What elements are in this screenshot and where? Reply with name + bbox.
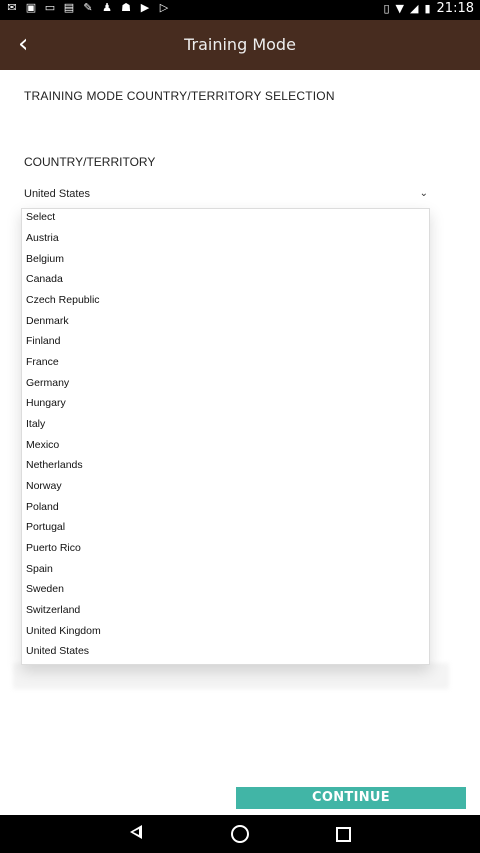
vibrate-icon: ▯ xyxy=(383,2,390,15)
page-title: Training Mode xyxy=(184,35,296,54)
section-title: TRAINING MODE COUNTRY/TERRITORY SELECTIO… xyxy=(24,89,335,103)
app-bar: ‹ Training Mode xyxy=(0,20,480,70)
status-bar: ✉ ▣ ▭ ▤ ✎ ♟ ☗ ▶ ▷ ▯ ▼ ◢ ▮ 21:18 xyxy=(0,0,480,20)
country-dropdown-list: Select Austria Belgium Canada Czech Repu… xyxy=(21,208,430,665)
dropdown-shadow xyxy=(13,663,449,689)
wrench-icon: ✎ xyxy=(83,1,93,14)
chevron-down-icon: ⌄ xyxy=(419,188,428,199)
option-norway[interactable]: Norway xyxy=(26,476,416,496)
option-denmark[interactable]: Denmark xyxy=(26,311,416,331)
option-portugal[interactable]: Portugal xyxy=(26,517,416,537)
option-czech-republic[interactable]: Czech Republic xyxy=(26,290,416,310)
country-label: COUNTRY/TERRITORY xyxy=(24,155,156,169)
option-austria[interactable]: Austria xyxy=(26,228,416,248)
play-store-icon: ▶ xyxy=(140,1,150,14)
option-netherlands[interactable]: Netherlands xyxy=(26,455,416,475)
option-hungary[interactable]: Hungary xyxy=(26,393,416,413)
play-movies-icon: ▷ xyxy=(159,1,169,14)
option-belgium[interactable]: Belgium xyxy=(26,249,416,269)
person-icon: ♟ xyxy=(102,1,112,14)
option-puerto-rico[interactable]: Puerto Rico xyxy=(26,538,416,558)
option-canada[interactable]: Canada xyxy=(26,269,416,289)
battery-icon: ▮ xyxy=(424,2,431,15)
option-poland[interactable]: Poland xyxy=(26,497,416,517)
continue-button[interactable]: CONTINUE xyxy=(236,787,466,809)
option-united-kingdom[interactable]: United Kingdom xyxy=(26,621,416,641)
option-spain[interactable]: Spain xyxy=(26,559,416,579)
option-switzerland[interactable]: Switzerland xyxy=(26,600,416,620)
android-icon: ☗ xyxy=(121,1,131,14)
system-icons: ▯ ▼ ◢ ▮ 21:18 xyxy=(383,1,474,16)
news-icon: ▤ xyxy=(63,1,75,14)
option-select[interactable]: Select xyxy=(26,207,416,227)
option-germany[interactable]: Germany xyxy=(26,373,416,393)
flipboard-icon: ▣ xyxy=(25,1,37,14)
option-france[interactable]: France xyxy=(26,352,416,372)
option-finland[interactable]: Finland xyxy=(26,331,416,351)
option-united-states[interactable]: United States xyxy=(26,641,416,661)
option-italy[interactable]: Italy xyxy=(26,414,416,434)
signal-icon: ◢ xyxy=(410,2,419,15)
option-mexico[interactable]: Mexico xyxy=(26,435,416,455)
gmail-icon: ✉ xyxy=(7,1,17,14)
system-nav-bar xyxy=(0,815,480,853)
wifi-icon: ▼ xyxy=(395,2,404,15)
notification-icons: ✉ ▣ ▭ ▤ ✎ ♟ ☗ ▶ ▷ xyxy=(6,2,170,14)
option-sweden[interactable]: Sweden xyxy=(26,579,416,599)
card-icon: ▭ xyxy=(44,1,56,14)
nav-recents-icon[interactable] xyxy=(336,827,351,842)
nav-home-icon[interactable] xyxy=(231,825,249,843)
selected-country: United States xyxy=(24,188,91,200)
clock: 21:18 xyxy=(436,1,474,16)
nav-back-icon-inner xyxy=(133,829,139,835)
country-select[interactable]: United States ⌄ xyxy=(24,188,428,206)
